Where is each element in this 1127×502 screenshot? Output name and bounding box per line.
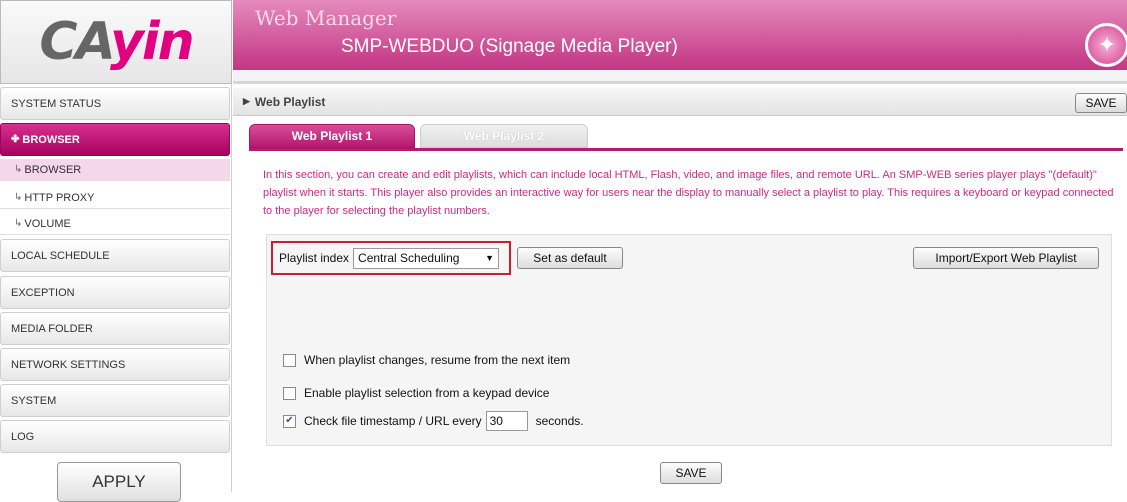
sidebar: CAyin SYSTEM STATUS ✤ BROWSER ↳ BROWSER ↳ H… — [0, 0, 232, 502]
save-button-top[interactable]: SAVE — [1075, 93, 1127, 113]
timestamp-checkbox[interactable]: ✔ — [283, 414, 296, 428]
sidebar-subitem-http-proxy[interactable]: ↳ HTTP PROXY — [0, 187, 230, 209]
sidebar-item-browser[interactable]: ✤ BROWSER — [0, 123, 230, 156]
device-model-title: SMP-WEBDUO (Signage Media Player) — [341, 36, 678, 57]
section-description: In this section, you can create and edit… — [263, 169, 1114, 217]
logo-area: CAyin — [0, 0, 232, 84]
sub-arrow-icon: ↳ — [14, 218, 23, 229]
save-button-bottom[interactable]: SAVE — [660, 462, 722, 484]
tab-web-playlist-1[interactable]: Web Playlist 1 — [249, 124, 415, 148]
tab-underline — [249, 148, 1123, 151]
main-content: ▶ Web Playlist SAVE Web Playlist 1 Web P… — [233, 86, 1127, 492]
sub-arrow-icon: ↳ — [14, 164, 23, 175]
chevron-down-icon: ▼ — [485, 253, 495, 263]
sidebar-item-local-schedule[interactable]: LOCAL SCHEDULE — [0, 239, 230, 272]
sidebar-item-network-settings[interactable]: NETWORK SETTINGS — [0, 348, 230, 381]
sparkle-icon: ✤ — [11, 134, 20, 145]
page-title: Web Playlist — [254, 94, 326, 109]
option-keypad-selection: Enable playlist selection from a keypad … — [283, 386, 549, 400]
import-export-button[interactable]: Import/Export Web Playlist — [913, 247, 1099, 269]
timestamp-interval-input[interactable]: 30 — [485, 411, 528, 431]
apply-button[interactable]: APPLY — [57, 462, 181, 502]
header-banner: Web Manager SMP-WEBDUO (Signage Media Pl… — [233, 0, 1127, 84]
playlist-index-label: Playlist index — [279, 251, 350, 265]
tab-web-playlist-2[interactable]: Web Playlist 2 — [420, 124, 588, 148]
playlist-index-group: Playlist index Central Scheduling ▼ — [271, 241, 511, 275]
resume-next-checkbox[interactable] — [283, 353, 296, 367]
magic-wand-icon: ✦ — [1085, 23, 1127, 67]
checkmark-icon: ✔ — [285, 415, 294, 426]
playlist-settings: Playlist index Central Scheduling ▼ Set … — [266, 234, 1112, 446]
header-title: Web Manager — [255, 6, 397, 30]
sidebar-item-exception[interactable]: EXCEPTION — [0, 276, 230, 309]
set-as-default-button[interactable]: Set as default — [517, 247, 623, 269]
triangle-right-icon: ▶ — [243, 96, 250, 106]
sidebar-item-system-status[interactable]: SYSTEM STATUS — [0, 87, 230, 120]
sidebar-subitem-browser[interactable]: ↳ BROWSER — [0, 159, 230, 181]
keypad-selection-checkbox[interactable] — [283, 386, 296, 400]
sidebar-item-media-folder[interactable]: MEDIA FOLDER — [0, 312, 230, 345]
sub-arrow-icon: ↳ — [14, 192, 23, 203]
sidebar-item-system[interactable]: SYSTEM — [0, 384, 230, 417]
option-timestamp-check: ✔ Check file timestamp / URL every 30 se… — [283, 411, 584, 431]
playlist-panel: In this section, you can create and edit… — [257, 156, 1117, 488]
playlist-index-select[interactable]: Central Scheduling ▼ — [353, 247, 500, 269]
option-resume-next: When playlist changes, resume from the n… — [283, 353, 570, 367]
header-divider — [233, 70, 1127, 81]
sidebar-subitem-volume[interactable]: ↳ VOLUME — [0, 213, 230, 235]
breadcrumb: ▶ Web Playlist — [233, 88, 1127, 116]
cayin-logo: CAyin — [39, 12, 194, 72]
sidebar-item-log[interactable]: LOG — [0, 420, 230, 453]
